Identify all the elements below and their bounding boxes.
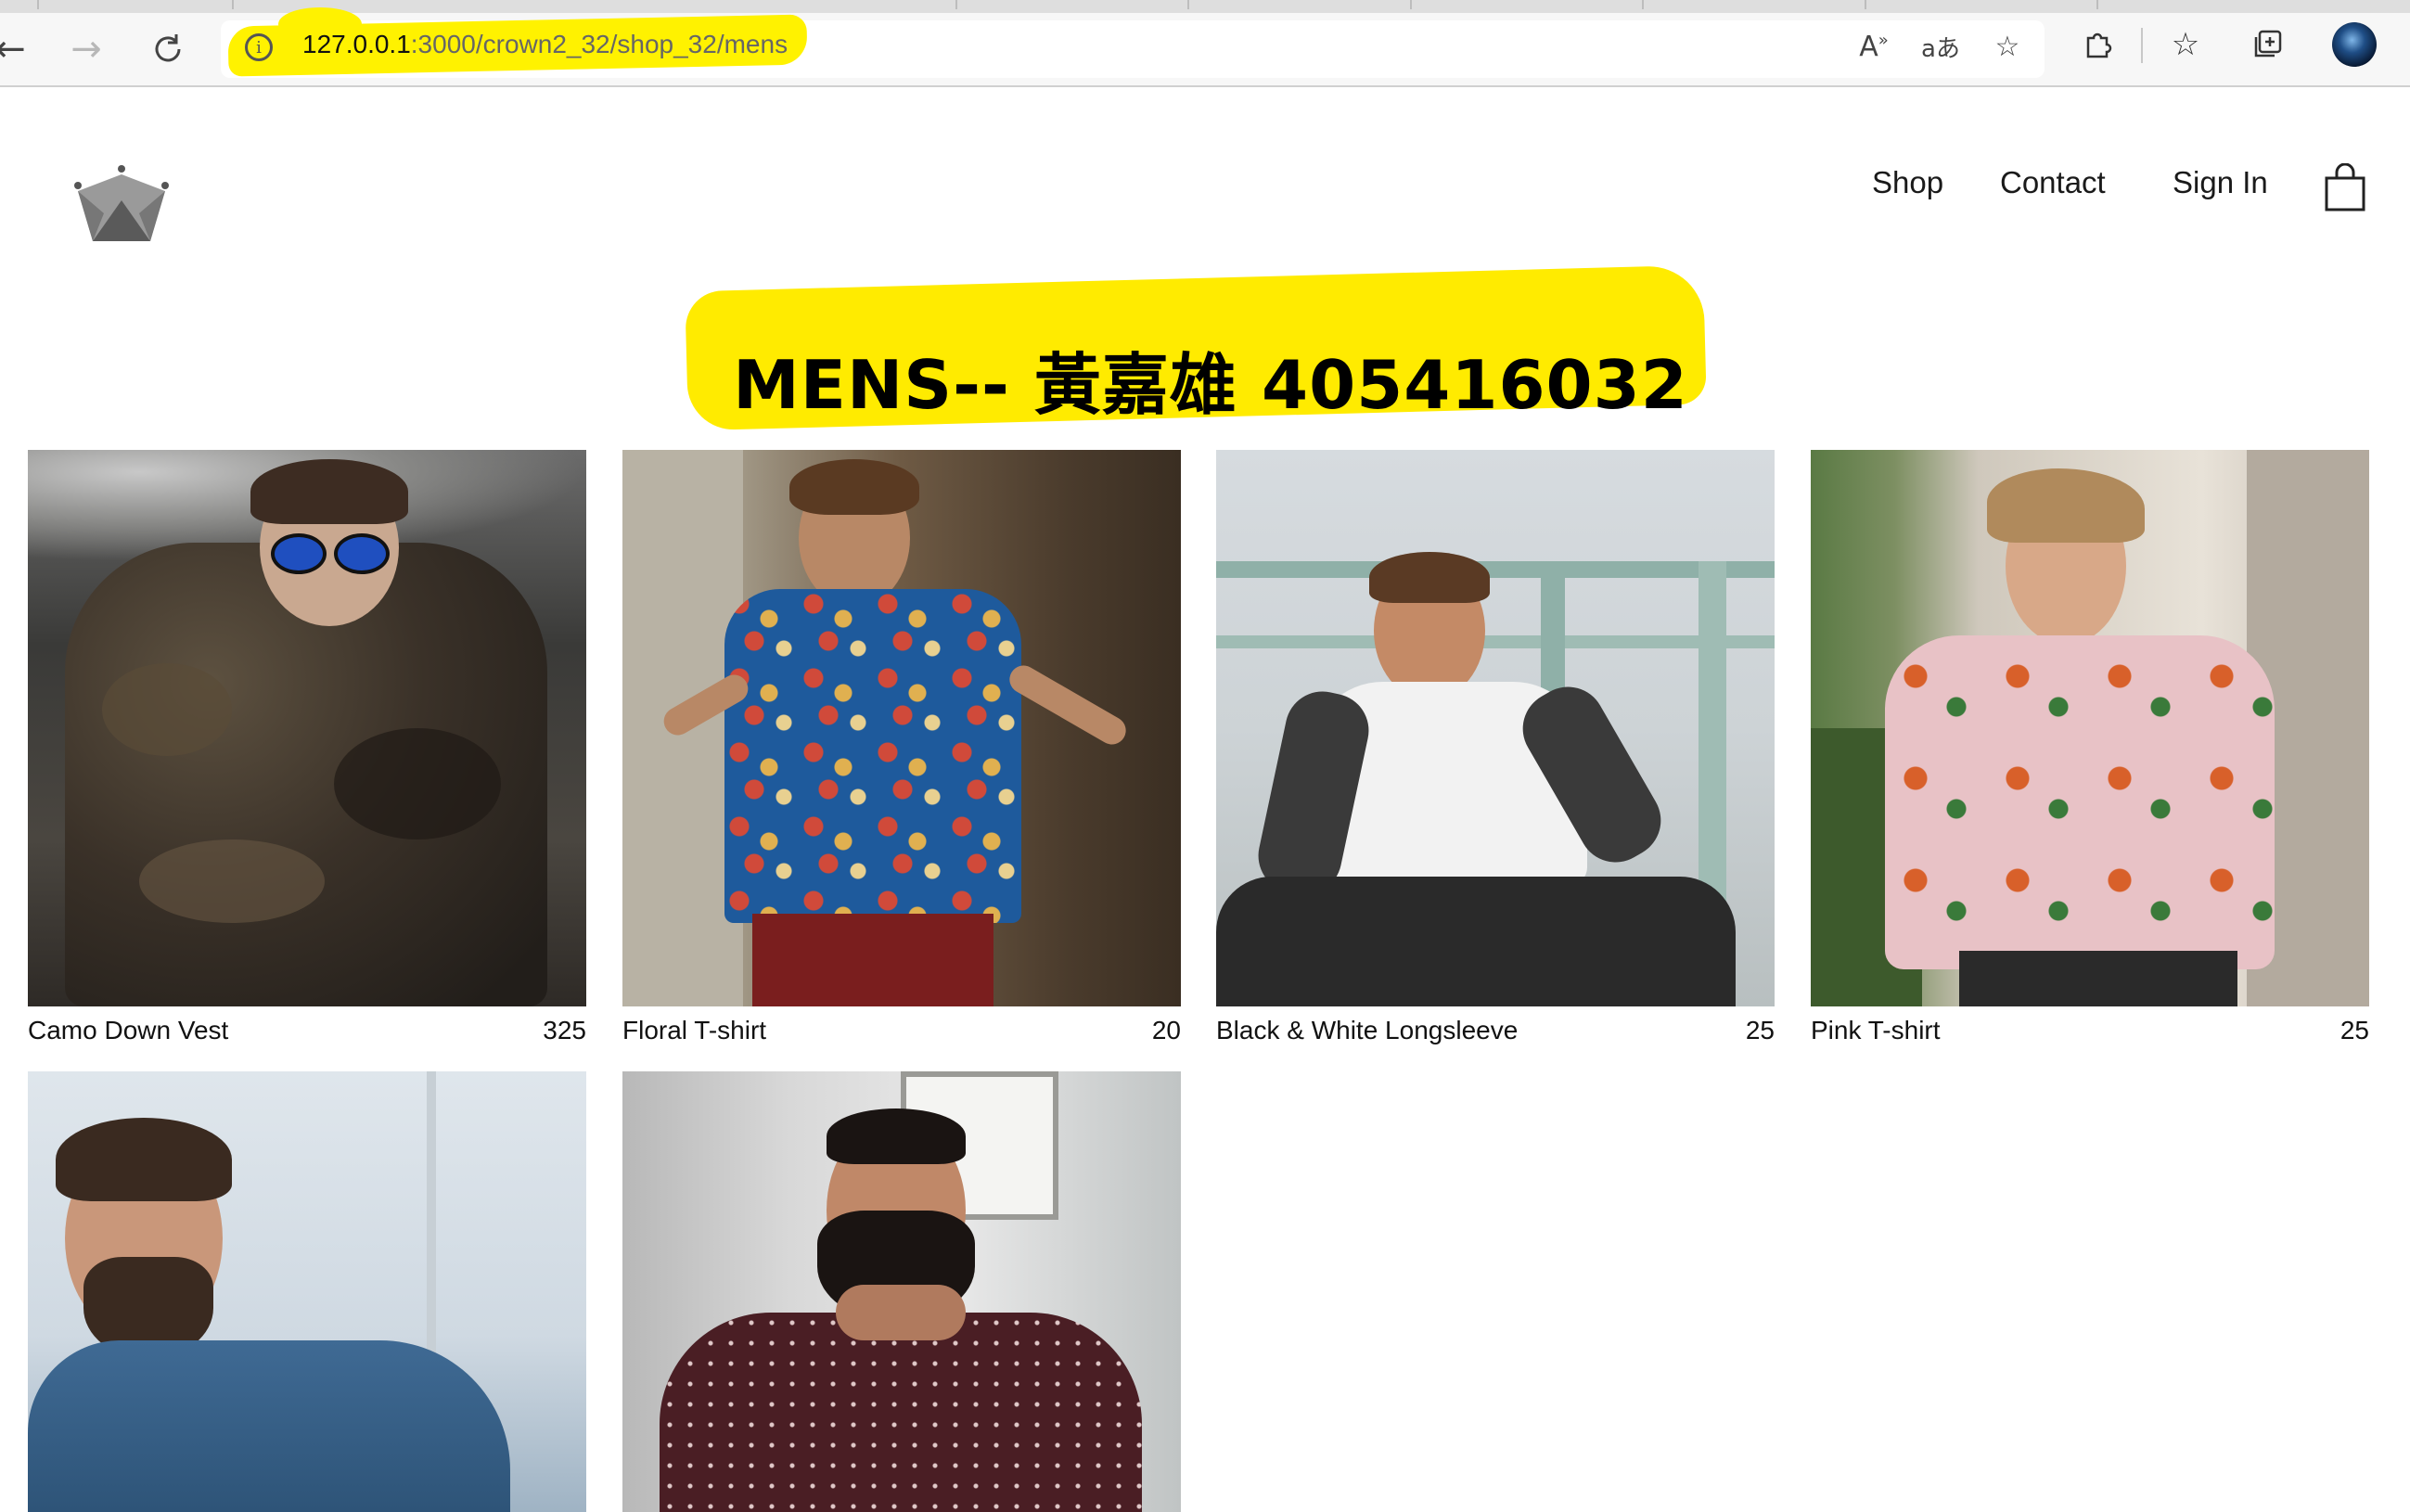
crown-logo-icon[interactable] <box>71 163 173 245</box>
url-host: 127.0.0.1 <box>302 30 411 58</box>
product-image[interactable] <box>622 450 1181 1006</box>
url-text[interactable]: 127.0.0.1:3000/crown2_32/shop_32/mens <box>302 30 788 59</box>
product-footer: Floral T-shirt 20 <box>622 1016 1181 1053</box>
tab-divider <box>37 0 39 9</box>
product-name: Black & White Longsleeve <box>1216 1016 1519 1044</box>
add-favorite-icon[interactable]: ☆ <box>1985 24 2030 69</box>
product-price: 25 <box>1745 1016 1775 1044</box>
product-card[interactable]: Black & White Longsleeve 25 <box>1216 450 1775 1044</box>
product-name: Floral T-shirt <box>622 1016 767 1044</box>
tab-divider <box>232 0 234 9</box>
product-card[interactable] <box>622 1071 1181 1512</box>
product-name: Camo Down Vest <box>28 1016 229 1044</box>
tab-divider <box>1865 0 1866 9</box>
back-icon[interactable]: ← <box>0 26 33 72</box>
tab-divider <box>1187 0 1189 9</box>
tab-divider <box>955 0 957 9</box>
nav-contact-link[interactable]: Contact <box>2000 165 2106 200</box>
product-image[interactable] <box>1216 450 1775 1006</box>
collections-icon[interactable] <box>2245 20 2293 69</box>
extensions-icon[interactable] <box>2074 20 2122 69</box>
product-image[interactable] <box>1811 450 2369 1006</box>
product-image[interactable] <box>622 1071 1181 1512</box>
product-card[interactable]: Floral T-shirt 20 <box>622 450 1181 1044</box>
product-image[interactable] <box>28 1071 586 1512</box>
shopping-bag-icon[interactable] <box>2325 162 2365 211</box>
toolbar-divider <box>2141 28 2143 63</box>
product-footer: Black & White Longsleeve 25 <box>1216 1016 1775 1053</box>
site-info-icon[interactable]: i <box>245 33 273 61</box>
tab-divider <box>1410 0 1412 9</box>
product-card[interactable] <box>28 1071 586 1512</box>
favorites-icon[interactable]: ☆ <box>2161 20 2210 69</box>
tab-divider <box>1642 0 1644 9</box>
product-price: 25 <box>2339 1016 2369 1044</box>
product-price: 20 <box>1151 1016 1181 1044</box>
product-footer: Pink T-shirt 25 <box>1811 1016 2369 1053</box>
nav-signin-link[interactable]: Sign In <box>2173 165 2268 200</box>
product-name: Pink T-shirt <box>1811 1016 1941 1044</box>
read-aloud-icon[interactable]: A» <box>1852 24 1896 69</box>
refresh-icon[interactable] <box>145 26 191 72</box>
profile-avatar[interactable] <box>2332 22 2377 67</box>
title-marker-highlight <box>1521 275 1633 330</box>
tab-divider <box>2096 0 2098 9</box>
forward-icon[interactable]: → <box>63 26 109 72</box>
product-image[interactable] <box>28 450 586 1006</box>
product-footer: Camo Down Vest 325 <box>28 1016 586 1053</box>
product-price: 325 <box>543 1016 586 1044</box>
product-card[interactable]: Pink T-shirt 25 <box>1811 450 2369 1044</box>
page-title: MENS-- 黃嘉雄 405416032 <box>733 346 1688 424</box>
product-card[interactable]: Camo Down Vest 325 <box>28 450 586 1044</box>
translate-icon[interactable]: aあ <box>1918 24 1963 69</box>
tab-strip <box>0 0 2410 13</box>
url-path: :3000/crown2_32/shop_32/mens <box>410 30 788 58</box>
nav-shop-link[interactable]: Shop <box>1872 165 1943 200</box>
